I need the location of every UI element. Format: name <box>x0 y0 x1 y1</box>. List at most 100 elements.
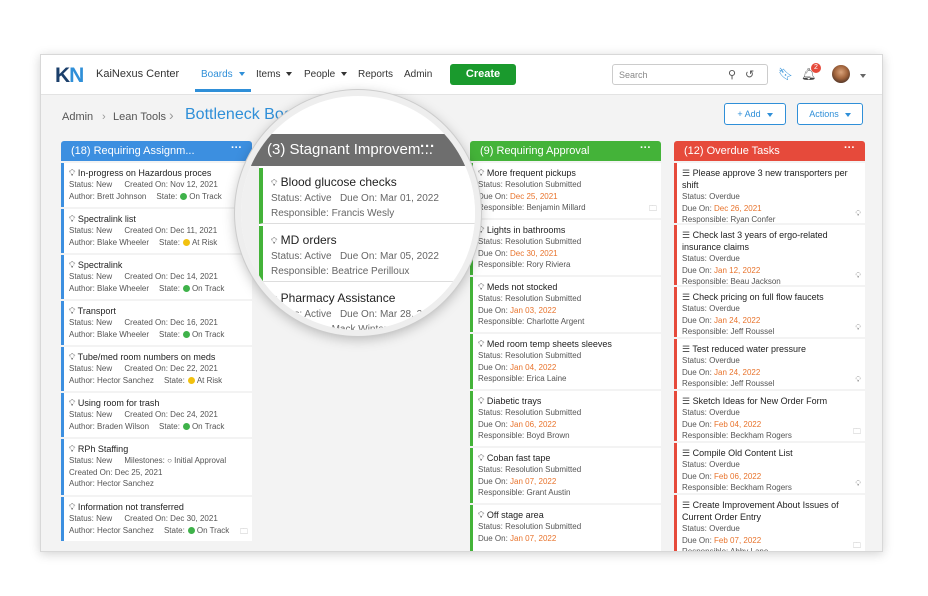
search-input[interactable]: Search ⚲ ↺ <box>612 64 768 85</box>
due-row: Due On: Feb 07, 2022 <box>682 535 859 547</box>
more-icon[interactable]: ··· <box>844 142 855 154</box>
lightbulb-icon[interactable]: 💡︎ <box>855 374 861 386</box>
actions-button[interactable]: Actions <box>797 103 863 125</box>
meta-text: Created On: Dec 24, 2021 <box>124 410 218 419</box>
lightbulb-icon: 💡︎ <box>69 260 76 270</box>
idea-card[interactable]: 💡︎ Information not transferred Status: Ne… <box>61 497 252 541</box>
state-value: At Risk <box>196 375 223 385</box>
state-label: State: <box>159 237 180 247</box>
task-card[interactable]: ☰ Test reduced water pressure Status: Ove… <box>674 339 865 389</box>
add-button[interactable]: + Add <box>724 103 786 125</box>
folder-icon[interactable]: 🗀︎ <box>240 526 248 538</box>
approval-card[interactable]: 💡︎ Coban fast tape Status: Resolution Sub… <box>470 448 661 503</box>
card-title: ☰ Create Improvement About Issues of Cur… <box>682 499 859 523</box>
card-title-text: Diabetic trays <box>486 396 542 406</box>
card-title: 💡︎ Information not transferred <box>69 501 246 513</box>
milestone-text: Initial Approval <box>174 456 227 465</box>
lightbulb-icon[interactable]: 💡︎ <box>855 208 861 220</box>
task-list-icon: ☰ <box>682 344 691 354</box>
idea-card[interactable]: 💡︎ Transport Status: New Created On: Dec … <box>61 301 252 345</box>
card-title-text: Check last 3 years of ergo-related insur… <box>682 230 828 252</box>
state-value: On Track <box>191 329 225 339</box>
meta-text: Created On: Dec 14, 2021 <box>124 272 218 281</box>
lightbulb-icon: 💡︎ <box>69 352 76 362</box>
card-title: 💡︎ Tube/med room numbers on meds <box>69 351 246 363</box>
idea-card[interactable]: 💡︎ Tube/med room numbers on meds Status: … <box>61 347 252 391</box>
avatar-chevron-down-icon[interactable] <box>854 71 866 82</box>
idea-card[interactable]: 💡︎ In-progress on Hazardous proces Status… <box>61 163 252 207</box>
card-title: 💡︎ RPh Staffing <box>69 443 246 455</box>
status-text: Status: Overdue <box>682 304 740 313</box>
column-requiring-approval: (9) Requiring Approval ··· 💡︎ More freque… <box>470 141 661 551</box>
task-card[interactable]: ☰ Check pricing on full flow faucets Stat… <box>674 287 865 337</box>
status-text: Status: New <box>69 180 113 189</box>
kainexus-logo[interactable]: KN <box>55 64 84 88</box>
due-label: Due On: <box>682 367 712 377</box>
idea-card[interactable]: 💡︎ RPh Staffing Status: New Milestones: ○… <box>61 439 252 495</box>
state-dot <box>182 238 190 246</box>
lightbulb-icon[interactable]: 💡︎ <box>855 270 861 282</box>
approval-card[interactable]: 💡︎ More frequent pickups Status: Resoluti… <box>470 163 661 218</box>
status-text: Status: New <box>69 514 113 523</box>
task-list-icon: ☰ <box>682 448 691 458</box>
folder-icon[interactable]: 🗀︎ <box>649 203 657 215</box>
nav-reports[interactable]: Reports <box>358 69 393 80</box>
card-title: ☰ Compile Old Content List <box>682 447 859 459</box>
nav-admin[interactable]: Admin <box>404 69 432 80</box>
history-icon[interactable]: ↺ <box>745 68 754 81</box>
idea-card[interactable]: 💡︎ Using room for trash Status: New Creat… <box>61 393 252 437</box>
status-text: Status: Overdue <box>682 254 740 263</box>
column-header[interactable]: (18) Requiring Assignm... ··· <box>61 141 252 161</box>
card-meta-row: Author: Brett Johnson State: On Track <box>69 191 246 203</box>
idea-card[interactable]: 💡︎ Spectralink list Status: New Created O… <box>61 209 252 253</box>
state-dot <box>180 192 188 200</box>
task-card[interactable]: ☰ Sketch Ideas for New Order Form Status:… <box>674 391 865 441</box>
task-card[interactable]: ☰ Check last 3 years of ergo-related ins… <box>674 225 865 286</box>
nav-people[interactable]: People <box>304 69 348 80</box>
status-text: Status: New <box>69 318 113 327</box>
approval-card[interactable]: 💡︎ Meds not stocked Status: Resolution Su… <box>470 277 661 332</box>
folder-icon[interactable]: 🗀︎ <box>853 426 861 438</box>
card-title-text: Information not transferred <box>77 502 184 512</box>
approval-card[interactable]: 💡︎ Off stage area Status: Resolution Subm… <box>470 505 661 551</box>
search-icon[interactable]: ⚲ <box>728 68 736 81</box>
avatar[interactable] <box>832 65 850 83</box>
zoomed-card[interactable]: 💡︎ Blood glucose checks Status: Active D… <box>259 168 475 224</box>
column-header[interactable]: (12) Overdue Tasks ··· <box>674 141 865 161</box>
lightbulb-icon: 💡︎ <box>478 339 485 349</box>
approval-card[interactable]: 💡︎ Med room temp sheets sleeves Status: R… <box>470 334 661 389</box>
status-text: Status: New <box>69 226 113 235</box>
nav-boards[interactable]: Boards <box>195 69 251 92</box>
card-title: ☰ Please approve 3 new transporters per … <box>682 167 859 191</box>
approval-card[interactable]: 💡︎ Diabetic trays Status: Resolution Subm… <box>470 391 661 446</box>
approval-card[interactable]: 💡︎ Lights in bathrooms Status: Resolution… <box>470 220 661 275</box>
task-card[interactable]: ☰ Create Improvement About Issues of Cur… <box>674 495 865 552</box>
column-header[interactable]: (9) Requiring Approval ··· <box>470 141 661 161</box>
card-title-text: Using room for trash <box>77 398 160 408</box>
breadcrumb-admin[interactable]: Admin <box>62 111 93 123</box>
lightbulb-icon[interactable]: 💡︎ <box>855 322 861 334</box>
zoomed-card[interactable]: 💡︎ Pharmacy Assistance Status: Active Du… <box>259 284 475 330</box>
task-card[interactable]: ☰ Please approve 3 new transporters per … <box>674 163 865 224</box>
state-dot <box>187 376 195 384</box>
status-text: Status: Resolution Submitted <box>478 294 582 303</box>
bookmark-icon[interactable]: 🔖︎ <box>778 67 793 81</box>
card-title: 💡︎ Using room for trash <box>69 397 246 409</box>
due-row: Due On: Jan 07, 2022 <box>478 533 655 545</box>
due-label: Due On: <box>478 305 508 315</box>
lightbulb-icon[interactable]: 💡︎ <box>855 478 861 490</box>
due-row: Due On: Jan 24, 2022 <box>682 367 859 379</box>
zoomed-card[interactable]: 💡︎ MD orders Status: Active Due On: Mar … <box>259 226 475 282</box>
idea-card[interactable]: 💡︎ Spectralink Status: New Created On: De… <box>61 255 252 299</box>
app-name: KaiNexus Center <box>96 68 180 80</box>
more-icon[interactable]: ··· <box>640 142 651 154</box>
nav-items[interactable]: Items <box>256 69 293 80</box>
breadcrumb-lean-tools[interactable]: Lean Tools <box>113 111 166 123</box>
folder-icon[interactable]: 🗀︎ <box>853 540 861 552</box>
create-button[interactable]: Create <box>450 64 516 85</box>
task-card[interactable]: ☰ Compile Old Content List Status: Overdu… <box>674 443 865 493</box>
due-date: Dec 30, 2021 <box>510 248 558 258</box>
status-text: Status: Resolution Submitted <box>478 465 582 474</box>
due-label: Due On: <box>682 265 712 275</box>
due-row: Due On: Feb 04, 2022 <box>682 419 859 431</box>
